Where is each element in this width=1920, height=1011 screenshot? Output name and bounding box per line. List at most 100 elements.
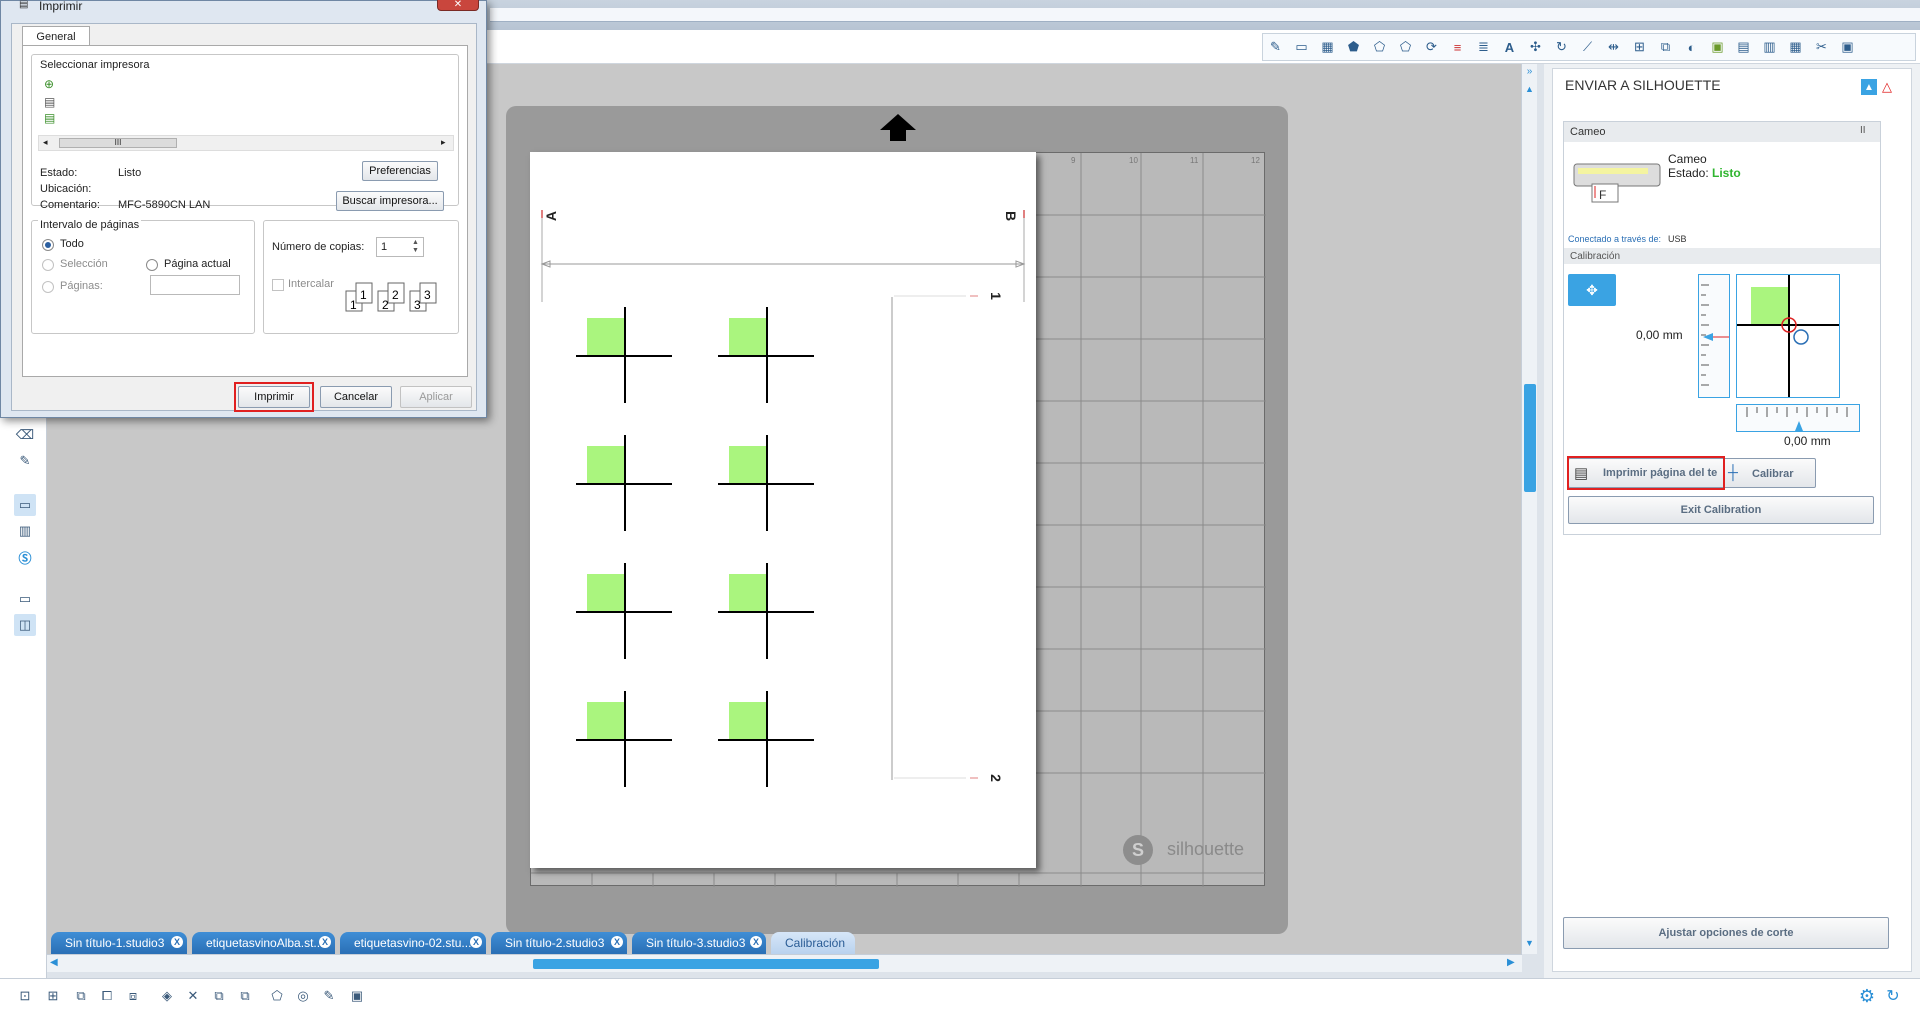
sync-icon[interactable]: ↻ bbox=[1882, 985, 1904, 1007]
apply-button[interactable]: Aplicar bbox=[400, 386, 472, 408]
collate-checkbox[interactable] bbox=[272, 279, 284, 291]
vertical-scrollbar[interactable]: » ▲ ▼ bbox=[1521, 64, 1537, 954]
ruler-label: 10 bbox=[1129, 156, 1138, 165]
fill-icon[interactable]: ⬟ bbox=[1341, 34, 1367, 60]
horizontal-scrollbar[interactable]: ◀ ▶ bbox=[47, 954, 1522, 972]
expand-panel-icon[interactable]: » bbox=[1523, 66, 1536, 78]
tab-document[interactable]: Sin título-1.studio3 X bbox=[51, 932, 187, 954]
panel-toggle-icon[interactable]: ▲ bbox=[1861, 79, 1877, 95]
close-tab-icon[interactable]: X bbox=[470, 936, 482, 948]
store-icon[interactable]: Ⓢ bbox=[14, 546, 36, 568]
ungroup-icon[interactable]: ⊞ bbox=[42, 985, 64, 1007]
cancel-button[interactable]: Cancelar bbox=[320, 386, 392, 408]
shadow-icon[interactable]: ⬠ bbox=[1393, 34, 1419, 60]
send-back-icon[interactable]: ⧉ bbox=[234, 985, 256, 1007]
trace-icon[interactable]: ◐ bbox=[1679, 34, 1705, 60]
scroll-left-icon[interactable]: ◀ bbox=[50, 957, 58, 968]
find-printer-button[interactable]: Buscar impresora... bbox=[336, 191, 444, 211]
close-tab-icon[interactable]: X bbox=[171, 936, 183, 948]
color-lines-icon[interactable]: ≡ bbox=[1445, 34, 1471, 60]
line-color-icon[interactable]: ≣ bbox=[1471, 34, 1497, 60]
offset-icon[interactable]: ▣ bbox=[1705, 34, 1731, 60]
close-tab-icon[interactable]: X bbox=[750, 936, 762, 948]
scroll-down-icon[interactable]: ▼ bbox=[1523, 938, 1536, 950]
target-icon[interactable]: ◎ bbox=[292, 985, 314, 1007]
knife-icon[interactable]: ✎ bbox=[318, 985, 340, 1007]
mirror-icon[interactable]: ⇹ bbox=[1601, 34, 1627, 60]
vertical-calibration-ruler[interactable] bbox=[1698, 274, 1730, 398]
selection-label: Selección bbox=[60, 258, 108, 270]
adjust-cut-settings-button[interactable]: Ajustar opciones de corte bbox=[1563, 917, 1889, 949]
preferences-button[interactable]: Preferencias bbox=[362, 161, 438, 181]
scroll-right-icon[interactable]: ▶ bbox=[1507, 957, 1515, 968]
sketch-icon[interactable]: ⟳ bbox=[1419, 34, 1445, 60]
cut-settings-icon[interactable]: ✂ bbox=[1809, 34, 1835, 60]
tab-general[interactable]: General bbox=[22, 26, 90, 46]
close-icon[interactable]: ✕ bbox=[437, 0, 479, 11]
current-page-radio[interactable] bbox=[146, 259, 158, 271]
eraser-icon[interactable]: ✎ bbox=[1263, 34, 1289, 60]
pages-radio[interactable] bbox=[42, 281, 54, 293]
send-icon[interactable]: ▣ bbox=[1835, 34, 1861, 60]
grid-icon[interactable]: ▦ bbox=[1315, 34, 1341, 60]
compound-path-icon[interactable]: ⧉ bbox=[70, 985, 92, 1007]
library-icon[interactable]: ▥ bbox=[1757, 34, 1783, 60]
add-printer-icon[interactable]: ⊕ bbox=[44, 77, 58, 91]
printer-list-scrollbar[interactable]: ◂ III ▸ bbox=[38, 135, 454, 151]
scroll-up-icon[interactable]: ▲ bbox=[1523, 84, 1536, 96]
subtract-icon[interactable]: ◈ bbox=[156, 985, 178, 1007]
bring-front-icon[interactable]: ⧉ bbox=[208, 985, 230, 1007]
settings-gear-icon[interactable]: ⚙ bbox=[1856, 985, 1878, 1007]
shear-icon[interactable]: ⟋ bbox=[1575, 34, 1601, 60]
weld-icon[interactable]: ⧈ bbox=[122, 985, 144, 1007]
rotate-icon[interactable]: ↻ bbox=[1549, 34, 1575, 60]
split-view-icon[interactable]: ◫ bbox=[14, 614, 36, 636]
replicate-icon[interactable]: ⧉ bbox=[1653, 34, 1679, 60]
adjust-cut-settings-label: Ajustar opciones de corte bbox=[1658, 927, 1794, 939]
tab-document[interactable]: etiquetasvino-02.stu... X bbox=[340, 932, 486, 954]
exit-calibration-button[interactable]: Exit Calibration bbox=[1568, 496, 1874, 524]
page-setup-icon[interactable]: ▭ bbox=[1289, 34, 1315, 60]
pause-icon[interactable]: II bbox=[1860, 125, 1866, 136]
release-compound-icon[interactable]: ⧠ bbox=[96, 985, 118, 1007]
selection-radio[interactable] bbox=[42, 259, 54, 271]
delete-icon[interactable]: ✕ bbox=[182, 985, 204, 1007]
tab-document[interactable]: Sin título-3.studio3 X bbox=[632, 932, 766, 954]
library-view-icon[interactable]: ▥ bbox=[14, 520, 36, 542]
window-icon[interactable]: ▭ bbox=[14, 588, 36, 610]
scroll-right-icon[interactable]: ▸ bbox=[441, 137, 446, 148]
tab-document[interactable]: etiquetasvinoAlba.st... X bbox=[192, 932, 335, 954]
printer-icon[interactable]: ▤ bbox=[44, 95, 58, 109]
move-arrows-icon[interactable]: ✥ bbox=[1568, 274, 1616, 306]
horizontal-calibration-ruler[interactable] bbox=[1736, 404, 1860, 432]
line-style-icon[interactable]: ⬠ bbox=[1367, 34, 1393, 60]
scroll-thumb[interactable]: III bbox=[59, 138, 177, 148]
close-tab-icon[interactable]: X bbox=[319, 936, 331, 948]
warning-icon[interactable]: △ bbox=[1879, 79, 1895, 95]
tab-calibration[interactable]: Calibración bbox=[771, 932, 855, 954]
printer-title-icon: ▤ bbox=[19, 0, 29, 10]
scroll-left-icon[interactable]: ◂ bbox=[43, 137, 48, 148]
pages-input[interactable] bbox=[150, 275, 240, 295]
knife-tool-icon[interactable]: ✎ bbox=[14, 450, 36, 472]
group-icon[interactable]: ⊡ bbox=[14, 985, 36, 1007]
nesting-icon[interactable]: ▦ bbox=[1783, 34, 1809, 60]
tab-document[interactable]: Sin título-2.studio3 X bbox=[491, 932, 627, 954]
transform-icon[interactable]: ✣ bbox=[1523, 34, 1549, 60]
eraser-tool-icon[interactable]: ⌫ bbox=[14, 424, 36, 446]
printer-default-icon[interactable]: ▤ bbox=[44, 111, 58, 125]
scroll-thumb[interactable] bbox=[1524, 384, 1536, 492]
point-edit-icon[interactable]: ⬠ bbox=[266, 985, 288, 1007]
text-icon[interactable]: A bbox=[1497, 34, 1523, 60]
registration-label-a: A bbox=[543, 210, 560, 222]
design-view-icon[interactable]: ▭ bbox=[14, 494, 36, 516]
copies-spinner-icon[interactable]: ▲ ▼ bbox=[412, 239, 422, 255]
close-tab-icon[interactable]: X bbox=[611, 936, 623, 948]
connected-label: Conectado a través de: bbox=[1568, 234, 1662, 244]
layers-icon[interactable]: ▣ bbox=[346, 985, 368, 1007]
print-cut-icon[interactable]: ▤ bbox=[1731, 34, 1757, 60]
all-radio[interactable] bbox=[42, 239, 54, 251]
align-icon[interactable]: ⊞ bbox=[1627, 34, 1653, 60]
device-card: Cameo II F Cameo Estado: Listo Conectado… bbox=[1563, 121, 1881, 535]
hscroll-thumb[interactable] bbox=[533, 959, 879, 969]
